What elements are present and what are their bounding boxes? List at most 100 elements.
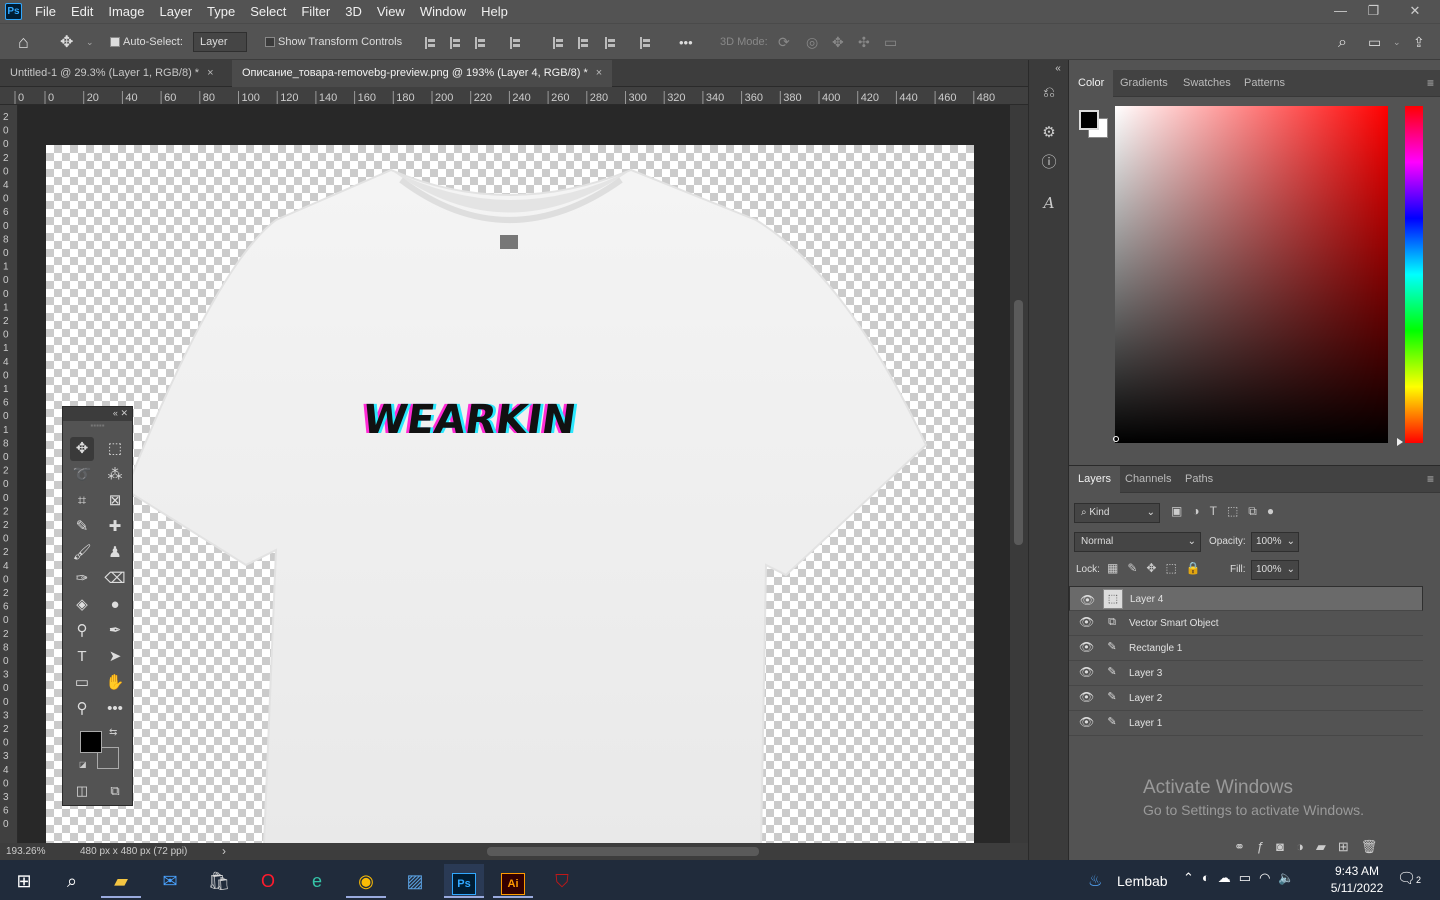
panel-grip[interactable]: ▪▪▪▪▪ <box>63 421 132 433</box>
weather-icon[interactable]: ♨ <box>1088 871 1102 891</box>
lock-transparency-icon[interactable]: ▦ <box>1107 561 1127 575</box>
type-tool-icon[interactable]: T <box>70 645 94 669</box>
magic-wand-icon[interactable]: ⁂ <box>103 463 127 487</box>
menu-edit[interactable]: Edit <box>71 4 93 19</box>
quick-mask-icon[interactable]: ◫ <box>70 779 94 803</box>
volume-icon[interactable]: 🔈 <box>1278 870 1302 885</box>
panel-menu-icon[interactable]: ≡ <box>1427 76 1434 90</box>
onedrive-icon[interactable]: ☁ <box>1218 870 1239 885</box>
file-explorer-icon[interactable]: ▰ <box>101 864 141 898</box>
eraser-tool-icon[interactable]: ⌫ <box>103 567 127 591</box>
lock-position-icon[interactable]: ✥ <box>1146 561 1165 575</box>
system-tray[interactable]: ⌃◐☁▭◠🔈 <box>1183 870 1303 886</box>
more-tools-icon[interactable]: ••• <box>103 697 127 721</box>
image-filter-icon[interactable]: ▣ <box>1171 504 1192 518</box>
hand-tool-icon[interactable]: ✋ <box>103 671 127 695</box>
wifi-icon[interactable]: ◠ <box>1259 870 1278 885</box>
tab-swatches[interactable]: Swatches <box>1174 70 1240 97</box>
healing-brush-icon[interactable]: ✚ <box>103 515 127 539</box>
collapse-icon[interactable]: « <box>113 408 118 418</box>
align-center-icon[interactable] <box>450 37 462 49</box>
tab-color[interactable]: Color <box>1069 70 1114 97</box>
zoom-tool-icon[interactable]: ⚲ <box>70 697 94 721</box>
screen-mode-icon[interactable]: ⧉ <box>103 779 127 803</box>
history-icon[interactable]: ⎌ <box>1038 82 1060 104</box>
tab-product-image[interactable]: Описание_товара-removebg-preview.png @ 1… <box>232 60 613 87</box>
auto-select-checkbox[interactable]: Auto-Select: <box>110 24 183 61</box>
filter-icons[interactable]: ▣◑T⬚⧉● <box>1171 504 1284 519</box>
opacity-field[interactable]: 100% ⌄ <box>1251 532 1299 552</box>
lock-pixels-icon[interactable]: ✎ <box>1127 561 1146 575</box>
layer-filter-dropdown[interactable]: ⌕ Kind ⌄ <box>1074 503 1160 523</box>
opera-icon[interactable]: O <box>248 864 288 898</box>
more-options-button[interactable]: ••• <box>679 24 693 61</box>
foreground-color-chip[interactable] <box>1079 110 1099 130</box>
align-right-icon[interactable] <box>475 37 487 49</box>
chrome-icon[interactable]: ◉ <box>346 864 386 898</box>
align-left-icon[interactable] <box>425 37 437 49</box>
photos-icon[interactable]: ▨ <box>395 864 435 898</box>
vertical-scrollbar[interactable] <box>1010 105 1028 843</box>
photoshop-taskbar-icon[interactable]: Ps <box>444 864 484 898</box>
3d-roll-icon[interactable]: ◎ <box>806 24 818 61</box>
chevron-right-icon[interactable]: › <box>222 844 226 858</box>
menu-view[interactable]: View <box>377 4 405 19</box>
menu-help[interactable]: Help <box>481 4 508 19</box>
search-icon[interactable]: ⌕ <box>52 864 92 898</box>
tab-layers[interactable]: Layers <box>1069 466 1121 493</box>
illustrator-taskbar-icon[interactable]: Ai <box>493 864 533 898</box>
menu-image[interactable]: Image <box>108 4 144 19</box>
dodge-tool-icon[interactable]: ⚲ <box>70 619 94 643</box>
tools-panel-header[interactable]: « ✕ <box>63 407 132 421</box>
visibility-eye-icon[interactable]: 👁 <box>1079 665 1094 681</box>
layer-row-layer-4[interactable]: 👁 ⬚ Layer 4 <box>1069 586 1423 611</box>
paint-bucket-icon[interactable]: ◈ <box>70 593 94 617</box>
zoom-level[interactable]: 193.26% <box>6 846 45 857</box>
saturation-brightness-field[interactable] <box>1115 106 1388 443</box>
visibility-eye-icon[interactable]: 👁 <box>1079 615 1094 631</box>
layer-row-rectangle-1[interactable]: 👁 ✎ Rectangle 1 <box>1069 636 1423 661</box>
hue-slider-handle[interactable] <box>1397 438 1403 446</box>
layer-row-layer-1[interactable]: 👁 ✎ Layer 1 <box>1069 711 1423 736</box>
visibility-eye-icon[interactable]: 👁 <box>1079 715 1094 731</box>
align-bottom-icon[interactable] <box>605 37 617 49</box>
layer-name[interactable]: Rectangle 1 <box>1129 636 1182 661</box>
foreground-color-swatch[interactable] <box>80 731 102 753</box>
panel-menu-icon[interactable]: ≡ <box>1427 472 1434 486</box>
visibility-eye-icon[interactable]: 👁 <box>1080 591 1095 607</box>
align-top-icon[interactable] <box>553 37 565 49</box>
shape-filter-icon[interactable]: ⬚ <box>1227 504 1248 518</box>
menu-filter[interactable]: Filter <box>301 4 330 19</box>
rectangle-tool-icon[interactable]: ▭ <box>70 671 94 695</box>
adjustment-layer-icon[interactable]: ◑ <box>1296 839 1316 854</box>
layer-row-layer-3[interactable]: 👁 ✎ Layer 3 <box>1069 661 1423 686</box>
tab-gradients[interactable]: Gradients <box>1111 70 1177 97</box>
fill-field[interactable]: 100% ⌄ <box>1251 560 1299 580</box>
3d-orbit-icon[interactable]: ⟳ <box>778 24 790 61</box>
fx-icon[interactable]: ƒ <box>1257 839 1276 854</box>
weather-text[interactable]: Lembab <box>1117 873 1168 889</box>
brush-tool-icon[interactable]: 🖌 <box>70 541 94 565</box>
properties-icon[interactable]: ⚙ <box>1038 122 1060 144</box>
layer-row-layer-2[interactable]: 👁 ✎ Layer 2 <box>1069 686 1423 711</box>
3d-scale-icon[interactable]: ▭ <box>884 24 897 61</box>
tab-untitled-1[interactable]: Untitled-1 @ 29.3% (Layer 1, RGB/8) * × <box>0 60 224 87</box>
auto-select-dropdown[interactable]: Layer <box>193 24 247 61</box>
eyedropper-icon[interactable]: ✎ <box>70 515 94 539</box>
layer-name[interactable]: Layer 4 <box>1130 587 1163 612</box>
move-tool-icon[interactable]: ✥ <box>60 24 73 61</box>
horizontal-scroll-thumb[interactable] <box>487 847 759 856</box>
mcafee-icon[interactable]: ⛉ <box>542 864 582 898</box>
history-brush-icon[interactable]: ✑ <box>70 567 94 591</box>
layer-name[interactable]: Vector Smart Object <box>1129 611 1218 636</box>
layer-name[interactable]: Layer 1 <box>1129 711 1162 736</box>
layer-row-vector-smart-object[interactable]: 👁 ⧉ Vector Smart Object <box>1069 611 1423 636</box>
frame-tool-icon[interactable]: ⊠ <box>103 489 127 513</box>
menu-type[interactable]: Type <box>207 4 235 19</box>
blur-tool-icon[interactable]: ● <box>103 593 127 617</box>
pen-tool-icon[interactable]: ✒ <box>103 619 127 643</box>
layer-name[interactable]: Layer 3 <box>1129 661 1162 686</box>
link-layers-icon[interactable]: ⚭ <box>1234 839 1257 854</box>
battery-icon[interactable]: ▭ <box>1239 870 1259 885</box>
tab-paths[interactable]: Paths <box>1176 466 1222 493</box>
